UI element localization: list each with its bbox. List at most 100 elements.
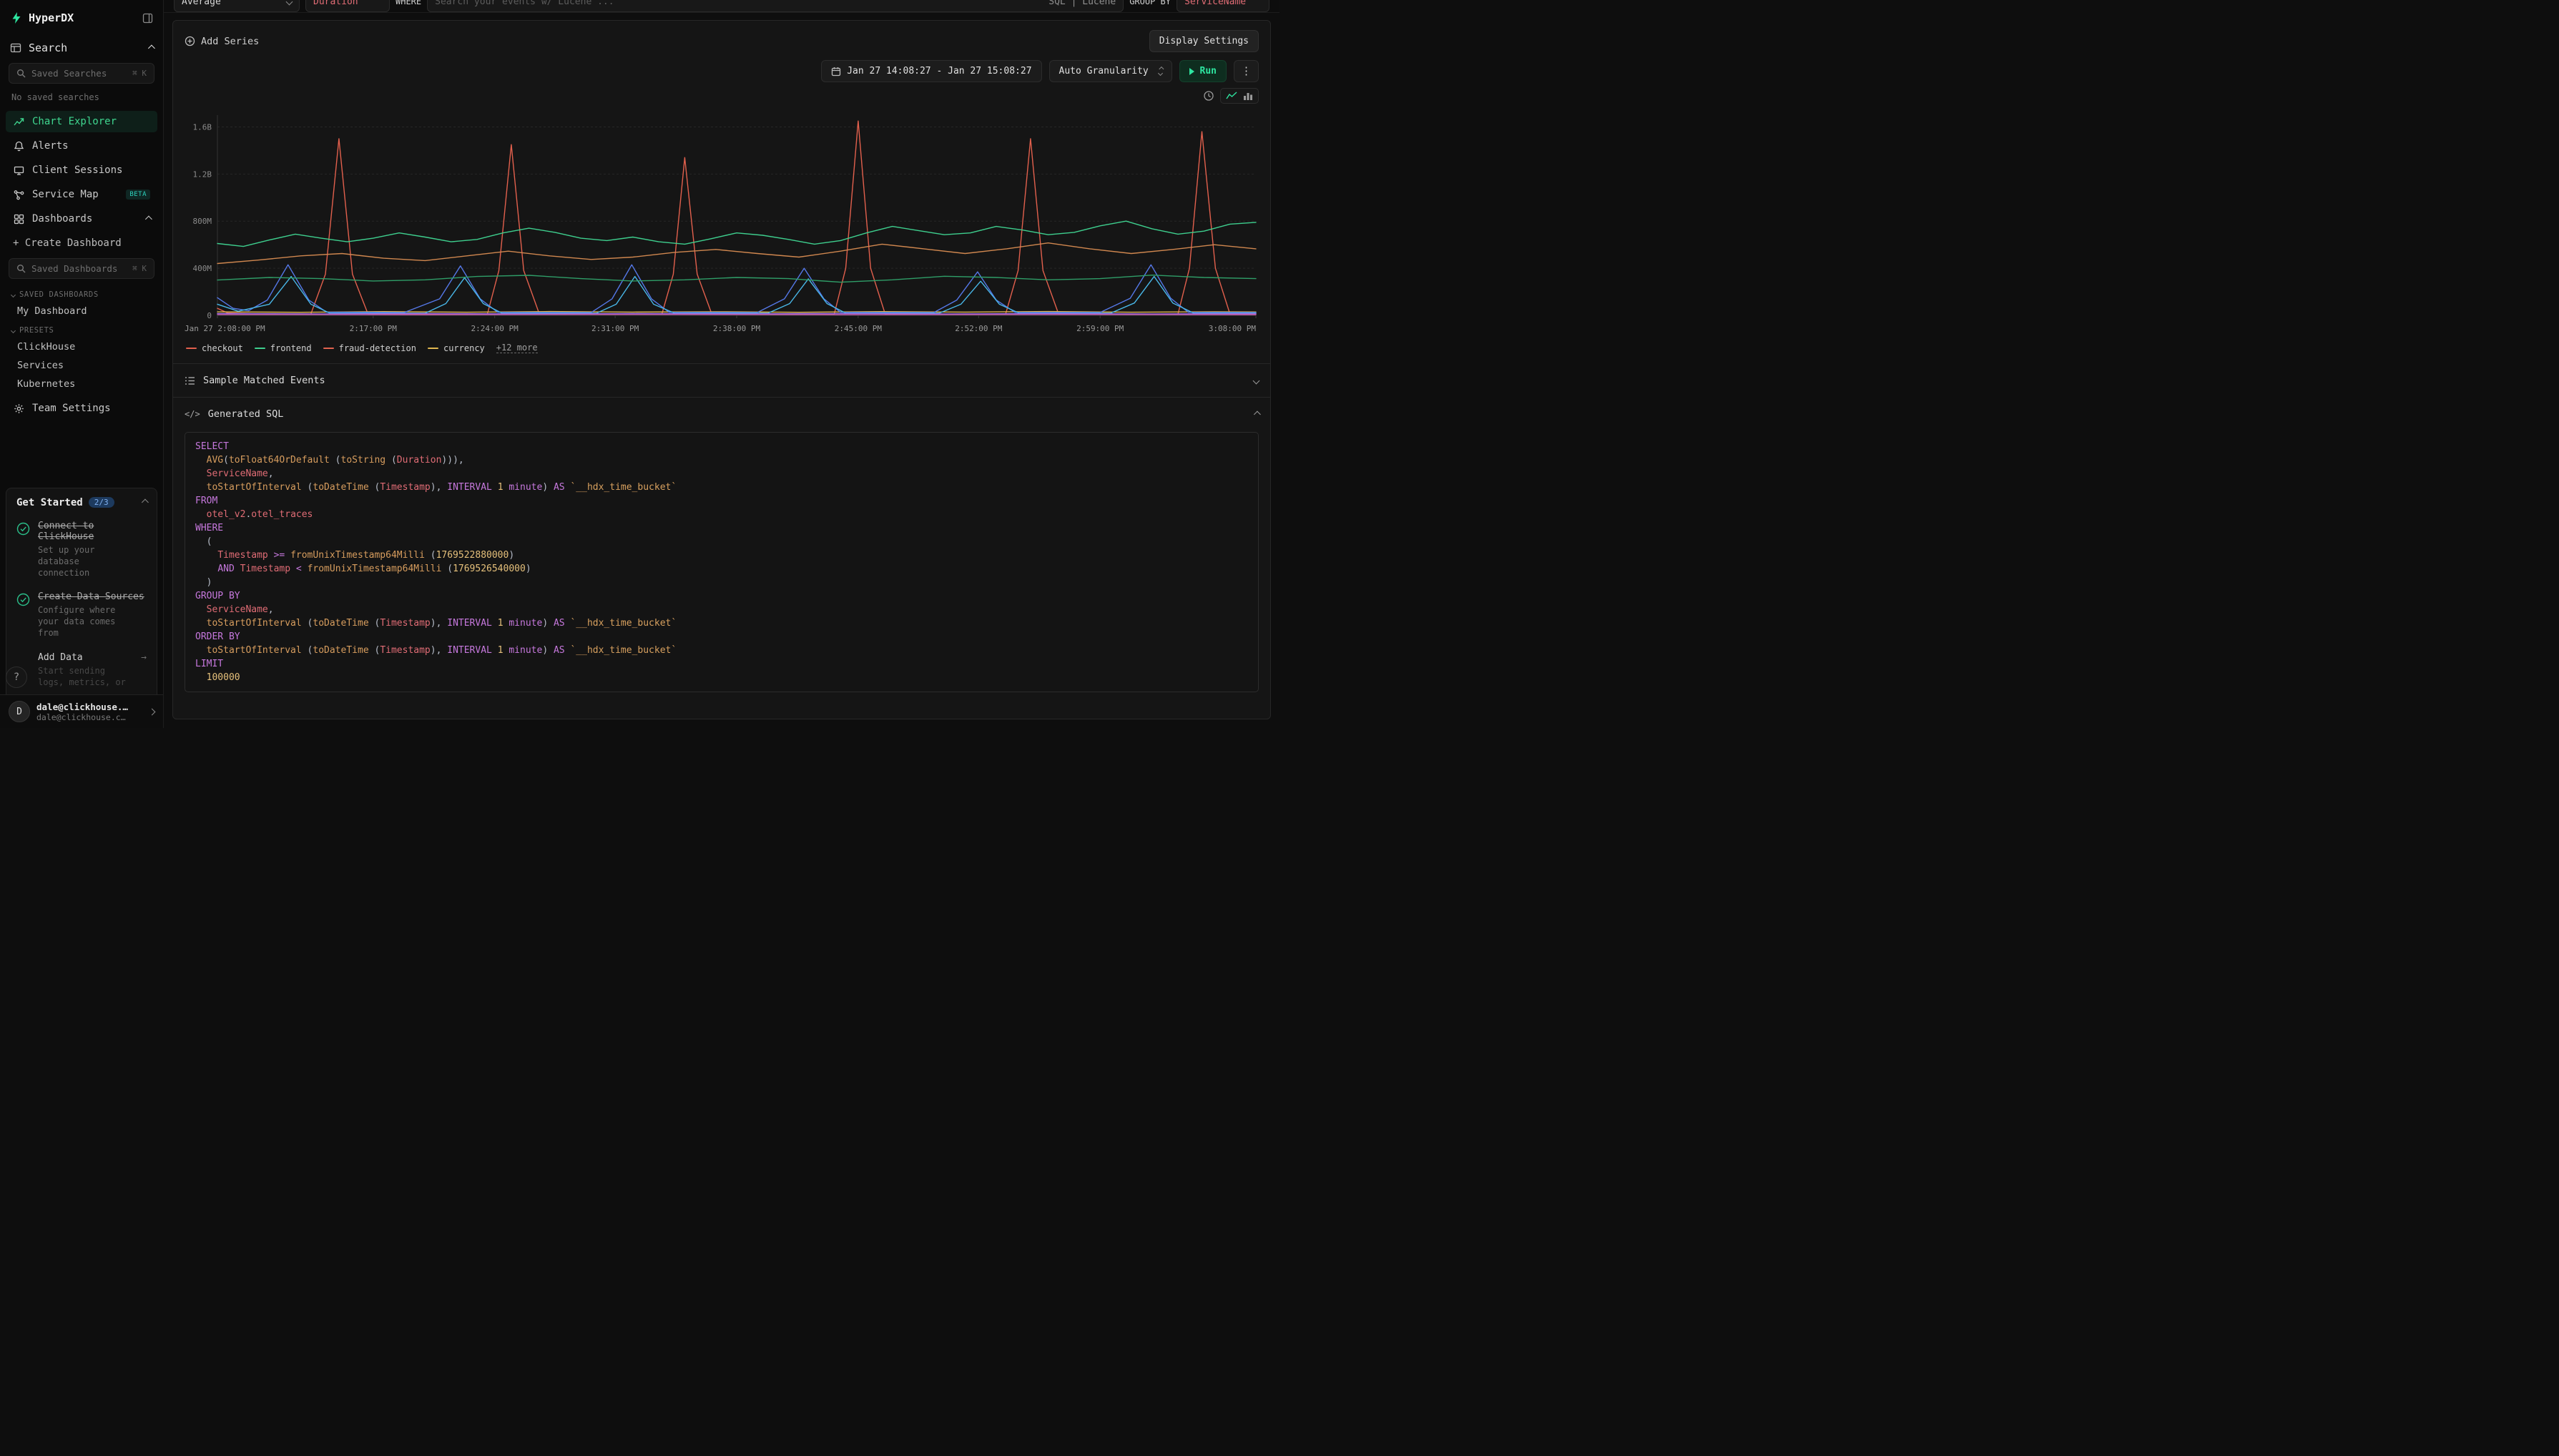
search-query-input[interactable]: Search your events w/ Lucene ... SQL | L… xyxy=(427,0,1124,12)
field-input[interactable]: Duration xyxy=(305,0,390,12)
svg-text:400M: 400M xyxy=(193,264,212,273)
get-started-step[interactable]: Create Data SourcesConfigure where your … xyxy=(6,585,157,646)
timeseries-chart[interactable]: 0400M800M1.2B1.6B xyxy=(185,109,1259,321)
preset-item[interactable]: ClickHouse xyxy=(0,338,163,356)
chevron-up-icon[interactable] xyxy=(145,215,152,222)
saved-searches-input[interactable]: Saved Searches ⌘ K xyxy=(9,63,154,84)
chevron-up-icon[interactable] xyxy=(142,499,149,506)
chevron-up-icon[interactable] xyxy=(148,44,155,51)
syntax-toggle[interactable]: SQL | Lucene xyxy=(1048,0,1116,7)
app-title: HyperDX xyxy=(29,11,137,24)
chevron-down-icon xyxy=(286,0,293,5)
bar-chart-type-button[interactable] xyxy=(1243,91,1253,101)
date-range-button[interactable]: Jan 27 14:08:27 - Jan 27 15:08:27 xyxy=(821,60,1041,82)
service-map-icon xyxy=(13,190,25,200)
chevron-up-icon xyxy=(1254,410,1261,418)
granularity-select[interactable]: Auto Granularity xyxy=(1049,60,1172,82)
legend-more-link[interactable]: +12 more xyxy=(496,343,538,353)
line-chart-type-button[interactable] xyxy=(1226,91,1237,101)
query-toolbar: Average Duration WHERE Search your event… xyxy=(164,0,1280,13)
step-icon xyxy=(16,652,31,654)
saved-dashboards-placeholder: Saved Dashboards xyxy=(31,263,127,274)
legend-label: currency xyxy=(443,343,485,353)
sql-line: toStartOfInterval (toDateTime (Timestamp… xyxy=(195,644,1248,657)
chart-canvas[interactable]: 0400M800M1.2B1.6B xyxy=(185,109,1259,321)
sql-line: WHERE xyxy=(195,521,1248,535)
more-options-button[interactable]: ⋮ xyxy=(1234,60,1259,82)
create-dashboard-label: + Create Dashboard xyxy=(13,237,150,249)
dashboard-item[interactable]: My Dashboard xyxy=(0,302,163,320)
get-started-step[interactable]: Connect to ClickHouseSet up your databas… xyxy=(6,514,157,586)
legend-item[interactable]: frontend xyxy=(255,343,312,353)
sidebar-item-alerts[interactable]: Alerts xyxy=(6,135,157,157)
create-dashboard-button[interactable]: + Create Dashboard xyxy=(6,232,157,254)
x-axis-label: 2:38:00 PM xyxy=(713,324,760,333)
saved-searches-placeholder: Saved Searches xyxy=(31,68,127,79)
field-value: Duration xyxy=(313,0,358,7)
sidebar-collapse-icon[interactable] xyxy=(142,13,153,24)
shortcut-badge: ⌘ K xyxy=(132,264,147,273)
user-email: dale@clickhouse.c… xyxy=(36,712,128,722)
sql-line: ) xyxy=(195,576,1248,589)
check-circle-icon xyxy=(16,521,31,536)
sidebar-item-service-map[interactable]: Service Map BETA xyxy=(6,184,157,205)
aggregation-select[interactable]: Average xyxy=(174,0,300,12)
saved-dashboards-group[interactable]: SAVED DASHBOARDS xyxy=(0,285,163,302)
preset-item[interactable]: Kubernetes xyxy=(0,375,163,393)
group-by-input[interactable]: ServiceName xyxy=(1177,0,1269,12)
time-format-button[interactable] xyxy=(1203,90,1214,102)
dashboards-icon xyxy=(13,214,25,225)
user-menu[interactable]: D dale@clickhouse.… dale@clickhouse.c… xyxy=(0,694,163,728)
get-started-title: Get Started xyxy=(16,497,83,508)
avatar: D xyxy=(9,701,30,722)
generated-sql-header[interactable]: </> Generated SQL xyxy=(173,398,1270,431)
beta-badge: BETA xyxy=(126,190,150,200)
legend-color-dash xyxy=(323,348,334,349)
sidebar-item-label: Chart Explorer xyxy=(32,116,150,127)
monitor-icon xyxy=(13,165,25,176)
chevron-right-icon xyxy=(149,708,156,715)
legend-label: fraud-detection xyxy=(339,343,416,353)
display-settings-button[interactable]: Display Settings xyxy=(1149,30,1259,52)
get-started-card: Get Started 2/3 Connect to ClickHouseSet… xyxy=(6,488,157,695)
legend-color-dash xyxy=(428,348,438,349)
x-axis-label: 2:31:00 PM xyxy=(591,324,639,333)
sidebar-item-chart-explorer[interactable]: Chart Explorer xyxy=(6,111,157,132)
team-settings-label: Team Settings xyxy=(32,403,150,414)
hyperdx-logo-icon xyxy=(10,11,23,24)
presets-group[interactable]: PRESETS xyxy=(0,320,163,338)
add-series-button[interactable]: Add Series xyxy=(185,36,259,47)
step-desc: Start sending logs, metrics, or xyxy=(38,665,131,688)
help-button[interactable]: ? xyxy=(6,666,27,688)
legend-items: checkout frontend fraud-detection currency xyxy=(186,343,485,353)
sidebar-item-team-settings[interactable]: Team Settings xyxy=(6,398,157,419)
sql-line: LIMIT xyxy=(195,657,1248,671)
run-button[interactable]: Run xyxy=(1179,60,1227,82)
legend-item[interactable]: fraud-detection xyxy=(323,343,416,353)
legend-label: checkout xyxy=(202,343,243,353)
sql-line: AND Timestamp < fromUnixTimestamp64Milli… xyxy=(195,562,1248,576)
sidebar-section-search[interactable]: Search xyxy=(0,31,163,60)
sample-matched-events-header[interactable]: Sample Matched Events xyxy=(173,364,1270,397)
x-axis-label: Jan 27 2:08:00 PM xyxy=(185,324,265,333)
sidebar-item-dashboards[interactable]: Dashboards xyxy=(6,208,157,230)
get-started-step[interactable]: Add DataStart sending logs, metrics, or→ xyxy=(6,646,157,694)
preset-item[interactable]: Services xyxy=(0,356,163,375)
sidebar-item-client-sessions[interactable]: Client Sessions xyxy=(6,159,157,181)
saved-dashboards-input[interactable]: Saved Dashboards ⌘ K xyxy=(9,258,154,279)
search-icon xyxy=(16,264,26,273)
code-icon: </> xyxy=(185,409,200,419)
generated-sql-code: SELECT AVG(toFloat64OrDefault (toString … xyxy=(185,432,1259,692)
step-desc: Set up your database connection xyxy=(38,544,131,579)
step-title: Add Data xyxy=(38,652,131,663)
x-axis-labels: Jan 27 2:08:00 PM2:17:00 PM2:24:00 PM2:3… xyxy=(185,323,1259,337)
legend-item[interactable]: checkout xyxy=(186,343,243,353)
x-axis-label: 3:08:00 PM xyxy=(1209,324,1256,333)
no-saved-searches-text: No saved searches xyxy=(0,89,163,109)
sql-line: otel_v2.otel_traces xyxy=(195,508,1248,521)
add-series-label: Add Series xyxy=(201,36,259,47)
legend-item[interactable]: currency xyxy=(428,343,485,353)
where-label: WHERE xyxy=(396,0,421,6)
sql-line: ServiceName, xyxy=(195,603,1248,616)
get-started-header[interactable]: Get Started 2/3 xyxy=(6,488,157,514)
